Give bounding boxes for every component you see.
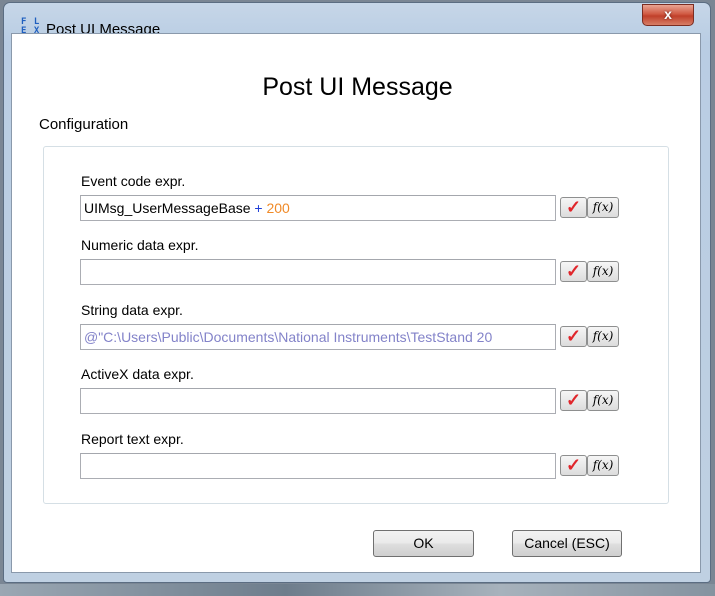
event-code-input[interactable]: UIMsg_UserMessageBase + 200 — [80, 195, 556, 221]
event-code-function-button[interactable]: f(x) — [587, 197, 619, 218]
close-button[interactable]: x — [642, 4, 694, 26]
function-icon: f(x) — [592, 329, 614, 343]
string-data-check-button[interactable]: ✓ — [560, 326, 587, 347]
close-icon: x — [664, 6, 672, 22]
activex-data-function-button[interactable]: f(x) — [587, 390, 619, 411]
event-code-label: Event code expr. — [81, 173, 186, 189]
ok-button[interactable]: OK — [373, 530, 474, 557]
activex-data-label: ActiveX data expr. — [81, 366, 194, 382]
check-icon: ✓ — [565, 261, 582, 281]
string-data-input[interactable]: @"C:\Users\Public\Documents\National Ins… — [80, 324, 556, 350]
check-icon: ✓ — [565, 390, 582, 410]
event-code-check-button[interactable]: ✓ — [560, 197, 587, 218]
function-icon: f(x) — [592, 393, 614, 407]
configuration-label: Configuration — [39, 116, 129, 133]
dialog-heading: Post UI Message — [262, 73, 453, 101]
string-data-function-button[interactable]: f(x) — [587, 326, 619, 347]
check-icon: ✓ — [565, 197, 582, 217]
desktop-background — [0, 584, 715, 596]
report-text-label: Report text expr. — [81, 431, 184, 447]
numeric-data-label: Numeric data expr. — [81, 237, 199, 253]
report-text-function-button[interactable]: f(x) — [587, 455, 619, 476]
event-code-operator: + — [254, 200, 263, 216]
numeric-data-check-button[interactable]: ✓ — [560, 261, 587, 282]
check-icon: ✓ — [565, 455, 582, 475]
report-text-input[interactable] — [80, 453, 556, 479]
activex-data-check-button[interactable]: ✓ — [560, 390, 587, 411]
report-text-check-button[interactable]: ✓ — [560, 455, 587, 476]
event-code-number: 200 — [266, 200, 290, 216]
numeric-data-input[interactable] — [80, 259, 556, 285]
string-data-label: String data expr. — [81, 302, 183, 318]
function-icon: f(x) — [592, 458, 614, 472]
function-icon: f(x) — [592, 264, 614, 278]
numeric-data-function-button[interactable]: f(x) — [587, 261, 619, 282]
function-icon: f(x) — [592, 200, 614, 214]
event-code-identifier: UIMsg_UserMessageBase — [84, 200, 251, 216]
cancel-button[interactable]: Cancel (ESC) — [512, 530, 622, 557]
activex-data-input[interactable] — [80, 388, 556, 414]
check-icon: ✓ — [565, 326, 582, 346]
